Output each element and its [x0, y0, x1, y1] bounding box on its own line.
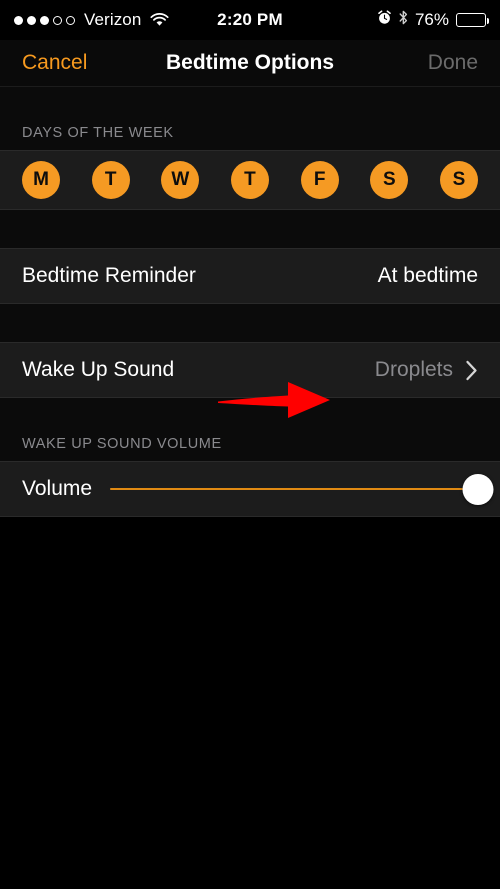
- volume-slider-fill: [110, 487, 478, 491]
- volume-section-header: WAKE UP SOUND VOLUME: [0, 436, 500, 461]
- wifi-icon: [150, 13, 169, 27]
- bedtime-reminder-value: At bedtime: [377, 264, 478, 287]
- carrier-name: Verizon: [84, 10, 142, 29]
- section-spacer-top: [0, 87, 500, 125]
- day-toggle-wednesday[interactable]: W: [161, 161, 200, 199]
- iphone-screen: Verizon 2:20 PM 76% Cancel Bedtime Optio…: [0, 0, 500, 889]
- cellular-signal-icon: [14, 15, 75, 25]
- days-section-header: DAYS OF THE WEEK: [0, 125, 500, 150]
- battery-icon: [456, 13, 489, 27]
- day-toggle-sunday[interactable]: S: [439, 161, 478, 199]
- status-bar-left: Verizon: [14, 10, 169, 30]
- day-toggle-tuesday[interactable]: T: [91, 161, 130, 199]
- done-button[interactable]: Done: [428, 51, 478, 75]
- wake-up-sound-row[interactable]: Wake Up Sound Droplets: [0, 342, 500, 398]
- bedtime-reminder-label: Bedtime Reminder: [22, 264, 196, 287]
- day-toggle-friday[interactable]: F: [300, 161, 339, 199]
- section-spacer-volume: [0, 398, 500, 436]
- settings-content: DAYS OF THE WEEK M T W T F S S Bedtime R…: [0, 87, 500, 839]
- alarm-clock-icon: [377, 10, 392, 30]
- wake-up-sound-value: Droplets: [374, 358, 453, 381]
- volume-slider-thumb[interactable]: [462, 473, 494, 505]
- battery-percent: 76%: [414, 10, 449, 29]
- bedtime-reminder-row[interactable]: Bedtime Reminder At bedtime: [0, 248, 500, 304]
- volume-row: Volume: [0, 461, 500, 517]
- status-clock: 2:20 PM: [217, 10, 283, 29]
- cancel-button[interactable]: Cancel: [22, 51, 87, 75]
- status-bar-right: 76%: [377, 10, 489, 30]
- chevron-right-icon: [465, 360, 478, 381]
- status-bar: Verizon 2:20 PM 76%: [0, 0, 500, 40]
- section-spacer-reminder: [0, 210, 500, 248]
- wake-up-sound-label: Wake Up Sound: [22, 358, 175, 381]
- section-spacer-sound: [0, 304, 500, 342]
- day-toggle-monday[interactable]: M: [22, 161, 60, 199]
- bluetooth-icon: [399, 10, 408, 30]
- empty-area: [0, 517, 500, 839]
- volume-slider[interactable]: [110, 472, 494, 506]
- days-of-week-row: M T W T F S S: [0, 150, 500, 210]
- day-toggle-thursday[interactable]: T: [230, 161, 269, 199]
- day-toggle-saturday[interactable]: S: [370, 161, 409, 199]
- volume-label: Volume: [22, 477, 93, 500]
- navigation-bar: Cancel Bedtime Options Done: [0, 40, 500, 87]
